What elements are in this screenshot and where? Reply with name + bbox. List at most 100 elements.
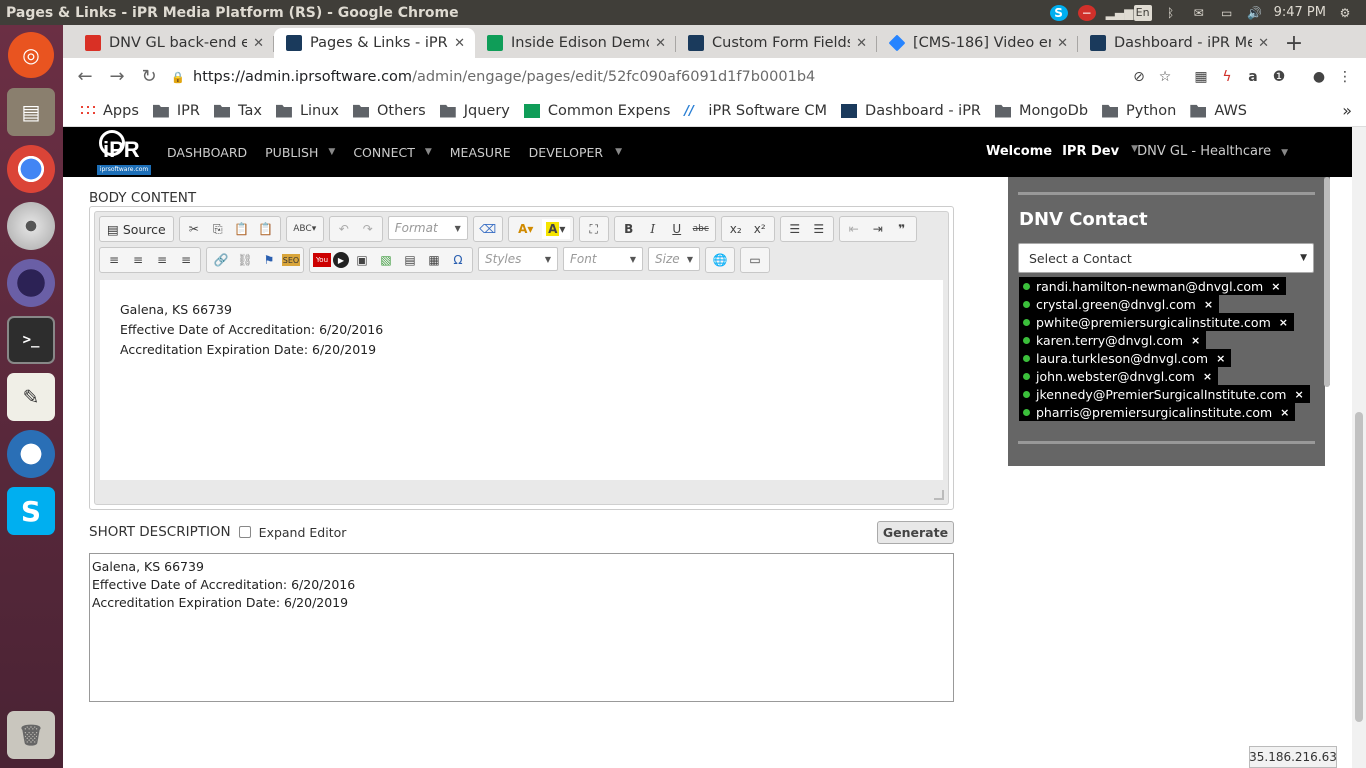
bookmark-folder[interactable]: Others: [353, 103, 426, 119]
chrome-icon[interactable]: [7, 145, 55, 193]
remove-format-icon[interactable]: ⌫: [477, 219, 499, 239]
remove-contact-icon[interactable]: ×: [1203, 370, 1212, 383]
expand-editor-toggle[interactable]: Expand Editor: [238, 525, 346, 540]
browser-tab-active[interactable]: Pages & Links - iPR M✕: [274, 28, 475, 58]
mail-icon[interactable]: ✉: [1190, 5, 1208, 21]
align-center-icon[interactable]: ≡: [127, 250, 149, 270]
thunderbird-icon[interactable]: [7, 430, 55, 478]
anchor-flag-icon[interactable]: ⚑: [258, 250, 280, 270]
bold-icon[interactable]: B: [618, 219, 640, 239]
signal-icon[interactable]: ▂▄▆: [1106, 5, 1134, 21]
skype-icon[interactable]: S: [7, 487, 55, 535]
tab-close-icon[interactable]: ✕: [1258, 36, 1269, 51]
browser-tab[interactable]: Custom Form Fields ✕: [676, 28, 877, 58]
text-color-icon[interactable]: A▾: [512, 219, 540, 239]
short-description-textarea[interactable]: Galena, KS 66739 Effective Date of Accre…: [89, 553, 954, 702]
back-arrow-icon[interactable]: ←: [69, 66, 101, 87]
paste-icon[interactable]: 📋: [231, 219, 253, 239]
format-select[interactable]: Format ▼: [387, 216, 468, 240]
page-scrollbar[interactable]: [1352, 127, 1366, 768]
clock[interactable]: 9:47 PM: [1274, 5, 1326, 20]
bookmark-folder[interactable]: MongoDb: [995, 103, 1088, 119]
media-icon[interactable]: ▣: [351, 250, 373, 270]
bluetooth-icon[interactable]: ᛒ: [1162, 5, 1180, 21]
superscript-icon[interactable]: x²: [749, 219, 771, 239]
browser-tab[interactable]: [CMS-186] Video end ✕: [877, 28, 1078, 58]
special-char-omega-icon[interactable]: Ω: [447, 250, 469, 270]
blockquote-icon[interactable]: ❞: [891, 219, 913, 239]
maximize-icon[interactable]: ⛶: [583, 219, 605, 239]
subscript-icon[interactable]: x₂: [725, 219, 747, 239]
flash-extension-icon[interactable]: ϟ: [1214, 69, 1240, 85]
show-blocks-icon[interactable]: ▭: [744, 250, 766, 270]
generate-button[interactable]: Generate: [877, 521, 954, 544]
align-right-icon[interactable]: ≡: [151, 250, 173, 270]
indent-icon[interactable]: ⇥: [867, 219, 889, 239]
ipr-logo[interactable]: iPR iprsoftware.com: [97, 129, 151, 175]
onepassword-extension-icon[interactable]: ❶: [1266, 69, 1292, 85]
ubuntu-dash-icon[interactable]: ◎: [8, 32, 54, 78]
background-color-icon[interactable]: A ▾: [541, 219, 570, 239]
nav-connect[interactable]: CONNECT ▼: [353, 145, 431, 160]
amazon-extension-icon[interactable]: a: [1240, 69, 1266, 85]
remove-contact-icon[interactable]: ×: [1204, 298, 1213, 311]
redo-icon[interactable]: ↷: [357, 219, 379, 239]
image-gallery-icon[interactable]: ▧: [375, 250, 397, 270]
copy-icon[interactable]: ⎘: [207, 219, 229, 239]
justify-icon[interactable]: ≡: [175, 250, 197, 270]
browser-tab[interactable]: DNV GL back-end ed ✕: [73, 28, 274, 58]
skype-tray-icon[interactable]: S: [1049, 4, 1068, 21]
text-editor-icon[interactable]: ✎: [7, 373, 55, 421]
bulleted-list-icon[interactable]: ☰: [808, 219, 830, 239]
bookmark-sheet[interactable]: Common Expens: [523, 103, 670, 119]
remove-contact-icon[interactable]: ×: [1216, 352, 1225, 365]
select-contact-dropdown[interactable]: Select a Contact ▼: [1018, 243, 1314, 273]
nav-developer[interactable]: DEVELOPER ▼: [529, 145, 622, 160]
profile-avatar-icon[interactable]: ●: [1306, 69, 1332, 85]
remove-contact-icon[interactable]: ×: [1294, 388, 1303, 401]
seo-icon[interactable]: SEO: [282, 254, 300, 266]
nav-dashboard[interactable]: DASHBOARD: [167, 145, 247, 160]
bookmark-star-icon[interactable]: ☆: [1152, 69, 1178, 85]
styles-select[interactable]: Styles ▼: [478, 247, 558, 271]
user-menu[interactable]: Welcome IPR Dev ▼: [986, 144, 1138, 159]
tab-close-icon[interactable]: ✕: [1057, 36, 1068, 51]
reload-icon[interactable]: ↻: [133, 66, 165, 87]
remove-contact-icon[interactable]: ×: [1279, 316, 1288, 329]
link-icon[interactable]: 🔗: [210, 250, 232, 270]
remove-contact-icon[interactable]: ×: [1191, 334, 1200, 347]
youtube-icon[interactable]: You: [313, 253, 331, 267]
bookmark-link[interactable]: //iPR Software CM: [684, 103, 827, 119]
battery-icon[interactable]: ▭: [1218, 5, 1236, 21]
tab-close-icon[interactable]: ✕: [856, 36, 867, 51]
trash-icon[interactable]: 🗑: [7, 711, 55, 759]
size-select[interactable]: Size ▼: [648, 247, 700, 271]
undo-icon[interactable]: ↶: [333, 219, 355, 239]
language-indicator[interactable]: En: [1133, 4, 1152, 21]
terminal-icon[interactable]: >_: [7, 316, 55, 364]
browser-tab[interactable]: Dashboard - iPR Med ✕: [1078, 28, 1279, 58]
settings-gear-icon[interactable]: ⚙: [1336, 5, 1354, 21]
nav-publish[interactable]: PUBLISH ▼: [265, 145, 335, 160]
block-icon[interactable]: −: [1077, 4, 1096, 21]
volume-icon[interactable]: 🔊: [1246, 5, 1264, 21]
new-tab-button[interactable]: +: [1279, 28, 1309, 58]
files-icon[interactable]: ▤: [7, 88, 55, 136]
browser-tab[interactable]: Inside Edison Demo ✕: [475, 28, 676, 58]
globe-icon[interactable]: 🌐: [709, 250, 731, 270]
forward-arrow-icon[interactable]: →: [101, 66, 133, 87]
remove-contact-icon[interactable]: ×: [1271, 280, 1280, 293]
numbered-list-icon[interactable]: ☰: [784, 219, 806, 239]
bookmark-folder[interactable]: IPR: [152, 103, 200, 119]
table-icon[interactable]: ▦: [423, 250, 445, 270]
extension-icon[interactable]: ▦: [1188, 69, 1214, 85]
nav-measure[interactable]: MEASURE: [450, 145, 511, 160]
spellcheck-icon[interactable]: ABC▾: [290, 219, 320, 239]
align-left-icon[interactable]: ≡: [103, 250, 125, 270]
contact-panel-scrollbar[interactable]: [1324, 177, 1330, 387]
blocked-popup-icon[interactable]: ⊘: [1126, 69, 1152, 85]
bookmark-folder[interactable]: AWS: [1190, 103, 1247, 119]
italic-icon[interactable]: I: [642, 219, 664, 239]
menu-kebab-icon[interactable]: ⋮: [1332, 69, 1358, 85]
bookmark-folder[interactable]: Jquery: [439, 103, 510, 119]
